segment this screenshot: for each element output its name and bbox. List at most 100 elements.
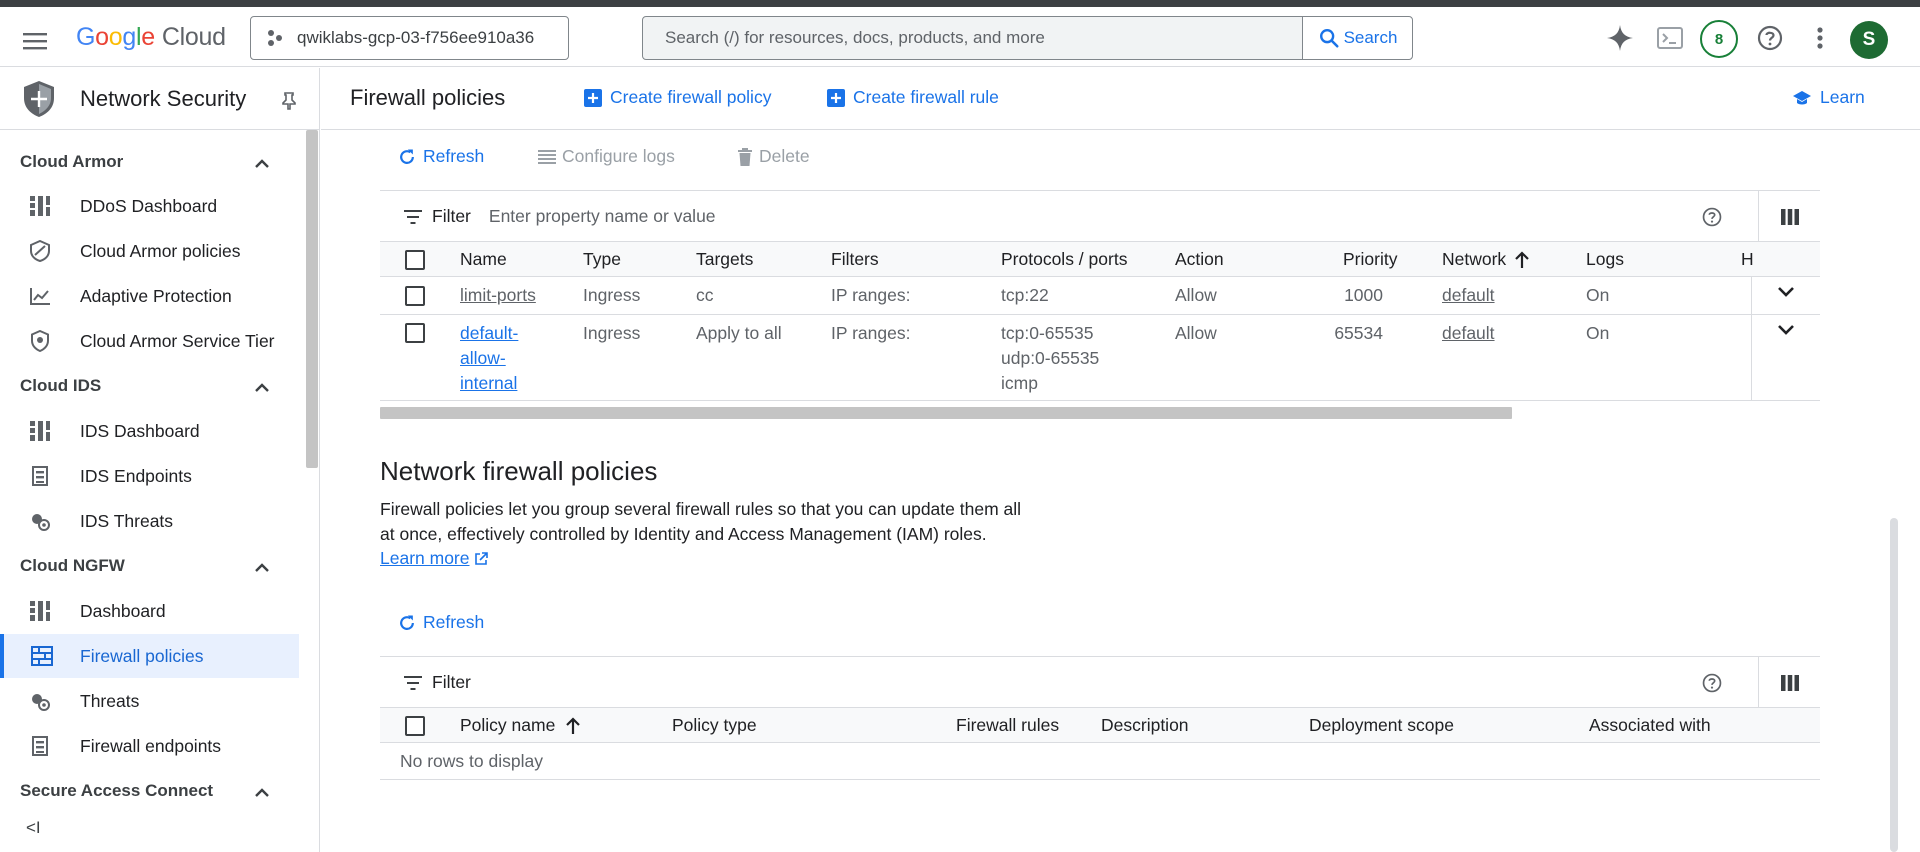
shield-icon — [31, 330, 49, 352]
gemini-button[interactable] — [1603, 21, 1637, 55]
section-cloud-armor[interactable]: Cloud Armor — [20, 152, 123, 172]
sidebar-scrollbar[interactable] — [306, 130, 318, 468]
create-firewall-policy-button[interactable]: Create firewall policy — [584, 87, 771, 108]
col-protocols-ports[interactable]: Protocols / ports — [1001, 249, 1127, 270]
filter-icon — [404, 209, 422, 224]
chevron-up-icon[interactable] — [252, 156, 272, 170]
sidebar-item-adaptive-protection[interactable]: Adaptive Protection — [0, 275, 299, 317]
avatar[interactable]: S — [1850, 21, 1888, 59]
learn-button[interactable]: Learn — [1792, 87, 1865, 108]
sidebar-item-ddos-dashboard[interactable]: DDoS Dashboard — [0, 185, 299, 227]
sidebar-item-cloud-armor-service-tier[interactable]: Cloud Armor Service Tier — [0, 320, 299, 362]
sparkle-icon — [1607, 25, 1633, 51]
search-input[interactable] — [643, 17, 1302, 59]
col-name[interactable]: Name — [460, 249, 507, 270]
pin-icon[interactable] — [282, 92, 296, 110]
rule-type: Ingress — [583, 285, 641, 305]
help-button[interactable] — [1753, 21, 1787, 55]
collapse-sidebar-button[interactable]: <I — [26, 818, 41, 838]
expand-row-button[interactable] — [1751, 277, 1820, 314]
configure-logs-button[interactable]: Configure logs — [538, 146, 675, 167]
empty-row: No rows to display — [380, 743, 1820, 780]
sidebar-item-ids-endpoints[interactable]: IDS Endpoints — [0, 455, 299, 497]
arrow-up-icon — [566, 716, 581, 734]
rules-filter-input[interactable] — [488, 206, 1089, 227]
column-display-options-button[interactable] — [1758, 657, 1820, 709]
rule-name-link[interactable]: limit-ports — [460, 283, 536, 308]
sidebar-item-firewall-endpoints[interactable]: Firewall endpoints — [0, 725, 299, 767]
project-picker[interactable]: qwiklabs-gcp-03-f756ee910a36 — [250, 16, 569, 60]
create-firewall-rule-button[interactable]: Create firewall rule — [827, 87, 999, 108]
filter-label[interactable]: Filter — [404, 206, 471, 227]
sidebar-item-ids-threats[interactable]: IDS Threats — [0, 500, 299, 542]
col-firewall-rules[interactable]: Firewall rules — [956, 715, 1059, 736]
network-firewall-policies-description: Firewall policies let you group several … — [380, 499, 1022, 544]
section-cloud-ngfw[interactable]: Cloud NGFW — [20, 556, 125, 576]
col-network[interactable]: Network — [1442, 249, 1530, 270]
select-all-checkbox[interactable] — [405, 250, 425, 270]
endpoint-icon — [32, 736, 48, 756]
main-scrollbar[interactable] — [1890, 518, 1898, 852]
col-filters[interactable]: Filters — [831, 249, 879, 270]
col-truncated[interactable]: H — [1741, 249, 1754, 270]
col-policy-name[interactable]: Policy name — [460, 715, 581, 736]
terminal-icon — [1657, 27, 1683, 49]
sidebar-title: Network Security — [80, 86, 247, 111]
sidebar-item-dashboard[interactable]: Dashboard — [0, 590, 299, 632]
arrow-up-icon — [1515, 250, 1529, 268]
chevron-up-icon[interactable] — [252, 560, 272, 574]
sidebar-item-ids-dashboard[interactable]: IDS Dashboard — [0, 410, 299, 452]
project-icon — [268, 30, 282, 46]
column-display-options-button[interactable] — [1758, 191, 1820, 243]
rule-network-link[interactable]: default — [1442, 283, 1495, 308]
col-action[interactable]: Action — [1175, 249, 1224, 270]
google-cloud-logo[interactable]: Go o g l e Cloud — [76, 23, 226, 53]
filter-label[interactable]: Filter — [404, 672, 471, 693]
col-deployment-scope[interactable]: Deployment scope — [1309, 715, 1454, 736]
sidebar-item-cloud-armor-policies[interactable]: Cloud Armor policies — [0, 230, 299, 272]
col-policy-type[interactable]: Policy type — [672, 715, 757, 736]
empty-state-text: No rows to display — [400, 751, 543, 771]
columns-icon — [1780, 675, 1799, 691]
col-priority[interactable]: Priority — [1343, 249, 1397, 270]
help-icon[interactable] — [1702, 207, 1722, 227]
rule-protocols: tcp:0-65535 udp:0-65535 icmp — [1001, 323, 1100, 393]
sidebar-item-firewall-policies[interactable]: Firewall policies — [0, 634, 299, 678]
cloud-shell-button[interactable] — [1653, 21, 1687, 55]
help-icon[interactable] — [1702, 673, 1722, 693]
rule-network-link[interactable]: default — [1442, 321, 1495, 346]
threat-icon — [32, 694, 50, 711]
section-secure-access-connect[interactable]: Secure Access Connect — [20, 781, 213, 801]
page-title: Firewall policies — [350, 85, 506, 110]
delete-button[interactable]: Delete — [737, 146, 810, 167]
table-row: default- allow- internal Ingress Apply t… — [380, 315, 1820, 401]
expand-row-button[interactable] — [1751, 315, 1820, 400]
network-firewall-policies-title: Network firewall policies — [380, 456, 658, 486]
chevron-up-icon[interactable] — [252, 380, 272, 394]
col-logs[interactable]: Logs — [1586, 249, 1624, 270]
sidebar-item-threats[interactable]: Threats — [0, 680, 299, 722]
list-icon — [538, 149, 556, 164]
col-targets[interactable]: Targets — [696, 249, 753, 270]
select-all-checkbox[interactable] — [405, 716, 425, 736]
refresh-rules-button[interactable]: Refresh — [397, 146, 484, 167]
search-button[interactable]: Search — [1302, 17, 1412, 59]
learn-more-link[interactable]: Learn more — [380, 548, 488, 569]
row-checkbox[interactable] — [405, 286, 425, 306]
section-cloud-ids[interactable]: Cloud IDS — [20, 376, 101, 396]
columns-icon — [1780, 209, 1799, 225]
top-strip — [0, 0, 1920, 7]
col-type[interactable]: Type — [583, 249, 621, 270]
row-checkbox[interactable] — [405, 323, 425, 343]
rule-filters: IP ranges: — [831, 323, 911, 343]
chevron-up-icon[interactable] — [252, 785, 272, 799]
table-horizontal-scrollbar[interactable] — [380, 407, 1512, 419]
table-row: limit-ports Ingress cc IP ranges: tcp:22… — [380, 277, 1820, 315]
more-options-button[interactable] — [1803, 21, 1837, 55]
main-menu-button[interactable] — [18, 24, 52, 58]
refresh-policies-button[interactable]: Refresh — [397, 612, 484, 633]
notifications-badge[interactable]: 8 — [1700, 20, 1738, 58]
rule-name-link[interactable]: default- allow- internal — [460, 321, 518, 396]
col-associated-with[interactable]: Associated with — [1589, 715, 1711, 736]
col-description[interactable]: Description — [1101, 715, 1189, 736]
